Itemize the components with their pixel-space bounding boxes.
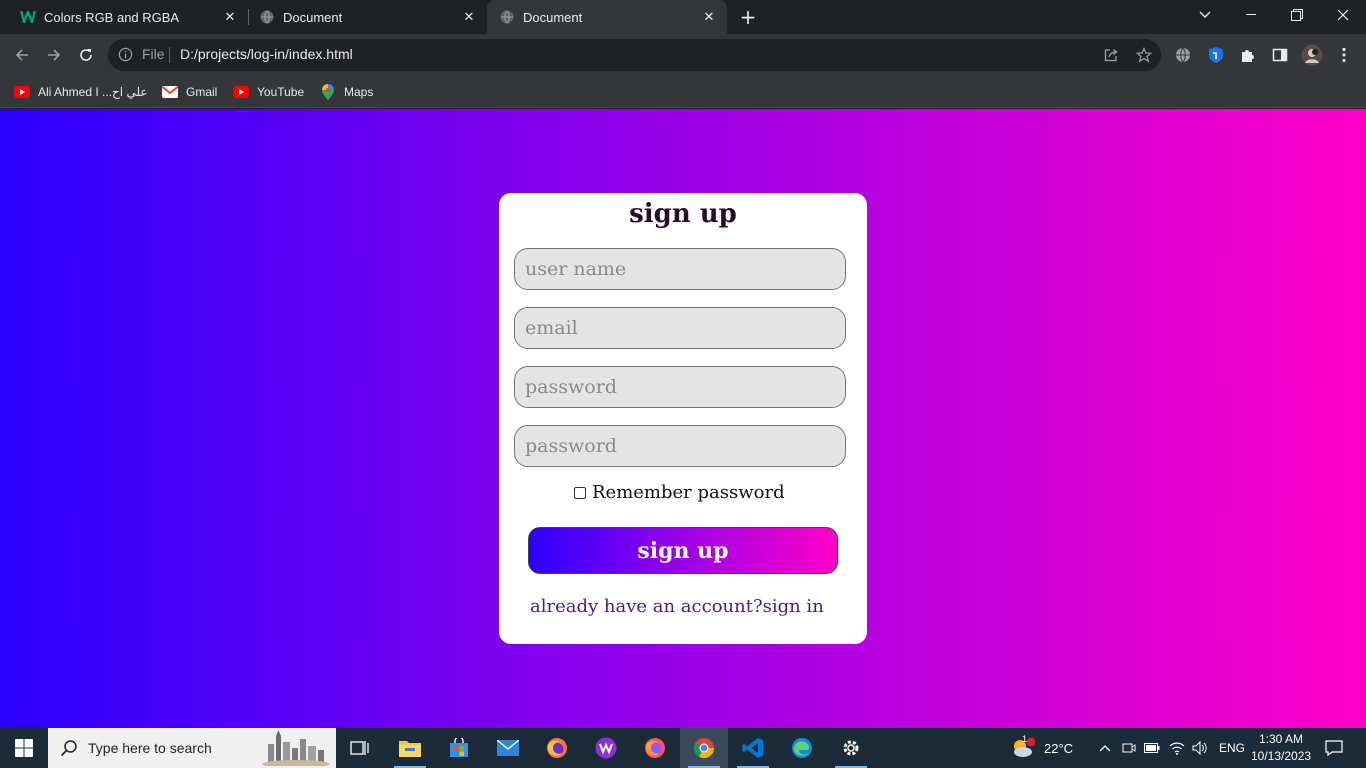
bookmark-label: Gmail bbox=[186, 85, 218, 99]
bookmark-maps[interactable]: Maps bbox=[320, 82, 373, 102]
close-icon[interactable]: ✕ bbox=[701, 9, 717, 25]
close-icon[interactable]: ✕ bbox=[222, 9, 238, 25]
restore-icon[interactable] bbox=[1274, 0, 1320, 30]
shield-extension-icon[interactable] bbox=[1207, 46, 1225, 64]
mail-icon[interactable] bbox=[484, 728, 532, 768]
maps-icon bbox=[320, 84, 336, 100]
windows-start-icon[interactable] bbox=[0, 728, 48, 768]
tab-document-1[interactable]: Document ✕ bbox=[239, 0, 487, 34]
tab-title: Document bbox=[283, 9, 343, 25]
firefox-dev-icon[interactable] bbox=[631, 728, 679, 768]
microsoft-store-icon[interactable] bbox=[435, 728, 483, 768]
username-input[interactable] bbox=[514, 248, 846, 290]
speaker-icon[interactable] bbox=[1189, 728, 1211, 768]
tab-colors[interactable]: Colors RGB and RGBA ✕ bbox=[0, 0, 248, 34]
remember-label: Remember password bbox=[592, 482, 785, 503]
tab-strip: Colors RGB and RGBA ✕ Document ✕ Documen… bbox=[0, 0, 1366, 34]
settings-gear-icon[interactable] bbox=[827, 728, 875, 768]
address-bar[interactable]: File D:/projects/log-in/index.html bbox=[108, 39, 1161, 71]
signup-button[interactable]: sign up bbox=[528, 527, 838, 574]
url-scheme-label: File bbox=[142, 46, 165, 62]
bookmark-star-icon[interactable] bbox=[1135, 46, 1153, 64]
gmail-icon bbox=[162, 84, 178, 100]
vscode-icon[interactable] bbox=[729, 728, 777, 768]
remember-checkbox[interactable] bbox=[574, 486, 586, 499]
new-tab-button[interactable]: + bbox=[737, 5, 759, 29]
language-indicator[interactable]: ENG bbox=[1219, 741, 1245, 755]
menu-kebab-icon[interactable] bbox=[1335, 46, 1353, 64]
form-title: sign up bbox=[629, 199, 737, 229]
profile-avatar[interactable] bbox=[1301, 44, 1323, 66]
bookmark-label: YouTube bbox=[257, 85, 305, 99]
wps-office-icon[interactable] bbox=[582, 728, 630, 768]
browser-toolbar: File D:/projects/log-in/index.html bbox=[0, 34, 1366, 76]
bookmark-youtube[interactable]: YouTube bbox=[233, 82, 304, 102]
clock-date[interactable]: 10/13/2023 bbox=[1251, 749, 1311, 763]
bookmark-label: Ali Ahmed I ...علي اح bbox=[38, 85, 148, 99]
vpn-globe-icon[interactable] bbox=[1174, 46, 1192, 64]
email-input[interactable] bbox=[514, 307, 846, 349]
url-divider bbox=[169, 47, 170, 63]
tab-document-2[interactable]: Document ✕ bbox=[487, 0, 727, 34]
close-icon[interactable]: ✕ bbox=[461, 9, 477, 25]
page-viewport: sign up Remember password sign up alread… bbox=[0, 109, 1366, 728]
info-icon[interactable] bbox=[118, 47, 133, 66]
bookmark-label: Maps bbox=[344, 85, 374, 99]
globe-icon bbox=[499, 9, 515, 25]
tab-search-chevron-icon[interactable] bbox=[1182, 0, 1228, 30]
task-view-icon[interactable] bbox=[336, 728, 384, 768]
confirm-password-input[interactable] bbox=[514, 425, 846, 467]
tab-title: Document bbox=[523, 9, 583, 25]
taskbar-search-box[interactable]: Type here to search bbox=[48, 728, 336, 768]
windows-taskbar: Type here to search 1 22°C ENG 1:30 AM 1… bbox=[0, 728, 1366, 768]
signup-card: sign up Remember password sign up alread… bbox=[499, 193, 867, 644]
extensions-puzzle-icon[interactable] bbox=[1239, 46, 1257, 64]
password-input[interactable] bbox=[514, 366, 846, 408]
firefox-icon[interactable] bbox=[533, 728, 581, 768]
share-icon[interactable] bbox=[1102, 46, 1120, 64]
bookmark-ali-ahmed[interactable]: Ali Ahmed I ...علي اح bbox=[14, 82, 148, 102]
weather-badge: 1 bbox=[1022, 734, 1028, 744]
side-panel-icon[interactable] bbox=[1271, 46, 1289, 64]
youtube-icon bbox=[14, 84, 30, 100]
signin-link[interactable]: already have an account?sign in bbox=[530, 596, 824, 617]
weather-temperature[interactable]: 22°C bbox=[1044, 741, 1073, 756]
w3schools-icon bbox=[20, 9, 36, 25]
bookmark-gmail[interactable]: Gmail bbox=[162, 82, 217, 102]
youtube-icon bbox=[233, 84, 249, 100]
tab-title: Colors RGB and RGBA bbox=[44, 9, 180, 25]
wifi-icon[interactable] bbox=[1166, 728, 1188, 768]
forward-arrow-icon[interactable] bbox=[41, 42, 67, 68]
camera-icon[interactable] bbox=[1118, 728, 1140, 768]
search-placeholder: Type here to search bbox=[88, 740, 212, 756]
search-icon bbox=[60, 739, 78, 757]
remember-row: Remember password bbox=[574, 482, 785, 503]
bookmarks-bar: Ali Ahmed I ...علي اح Gmail YouTube Maps bbox=[0, 76, 1366, 108]
minimize-icon[interactable] bbox=[1228, 0, 1274, 30]
file-explorer-icon[interactable] bbox=[386, 728, 434, 768]
chevron-up-icon[interactable] bbox=[1094, 728, 1116, 768]
chrome-icon[interactable] bbox=[680, 728, 728, 768]
notification-icon[interactable] bbox=[1320, 728, 1348, 768]
city-skyline-icon bbox=[260, 730, 332, 768]
battery-icon[interactable] bbox=[1141, 728, 1163, 768]
back-arrow-icon[interactable] bbox=[9, 42, 35, 68]
clock-time[interactable]: 1:30 AM bbox=[1259, 732, 1303, 746]
reload-icon[interactable] bbox=[73, 42, 99, 68]
globe-icon bbox=[259, 9, 275, 25]
url-text[interactable]: D:/projects/log-in/index.html bbox=[180, 46, 353, 62]
edge-icon[interactable] bbox=[778, 728, 826, 768]
close-window-icon[interactable] bbox=[1320, 0, 1366, 30]
